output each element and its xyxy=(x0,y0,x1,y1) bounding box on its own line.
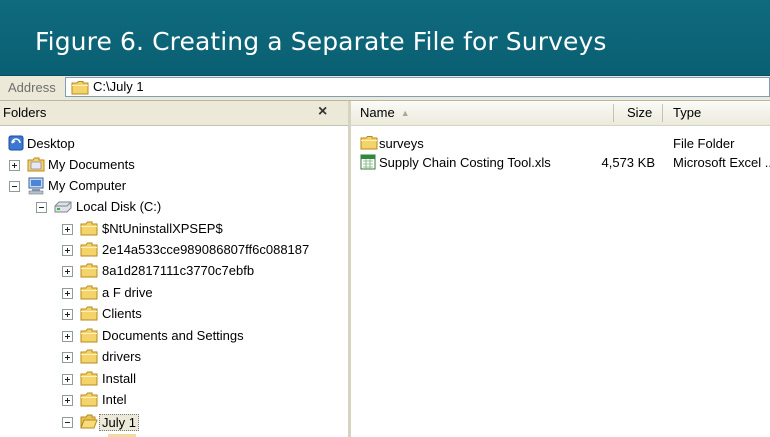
folders-header: Folders × xyxy=(0,101,348,126)
sort-ascending-icon: ▲ xyxy=(400,108,410,118)
tree-item-label: Intel xyxy=(102,392,127,407)
tree-item-label: My Documents xyxy=(48,157,135,172)
list-item[interactable]: surveys File Folder xyxy=(351,134,770,153)
address-label: Address xyxy=(8,80,56,95)
file-type: Microsoft Excel ... xyxy=(673,155,770,170)
list-header: Name ▲ Size Type xyxy=(351,101,770,126)
collapse-minus-icon[interactable] xyxy=(62,417,73,428)
column-header-name[interactable]: Name ▲ xyxy=(360,105,410,120)
expand-plus-icon[interactable] xyxy=(62,309,73,320)
open-folder-icon xyxy=(80,413,98,432)
collapse-minus-icon[interactable] xyxy=(9,181,20,192)
folder-icon xyxy=(80,370,98,389)
collapse-minus-icon[interactable] xyxy=(36,202,47,213)
expand-plus-icon[interactable] xyxy=(62,224,73,235)
folder-icon xyxy=(71,80,89,98)
folder-icon xyxy=(80,220,98,239)
folder-icon xyxy=(80,284,98,303)
folder-icon xyxy=(80,391,98,410)
tree-item-label: Local Disk (C:) xyxy=(76,199,162,214)
expand-plus-icon[interactable] xyxy=(62,266,73,277)
folder-icon xyxy=(80,305,98,324)
address-bar: Address C:\July 1 xyxy=(0,76,770,101)
tree-item-label: Install xyxy=(102,371,136,386)
expand-plus-icon[interactable] xyxy=(9,160,20,171)
file-type: File Folder xyxy=(673,136,735,151)
folder-icon xyxy=(80,262,98,281)
computer-icon xyxy=(27,177,45,198)
tree-item-label: July 1 xyxy=(99,414,139,431)
address-path: C:\July 1 xyxy=(93,79,144,94)
tree-item-label: 2e14a533cce989086807ff6c088187 xyxy=(102,242,310,257)
column-name-label: Name xyxy=(360,105,395,120)
expand-plus-icon[interactable] xyxy=(62,288,73,299)
folder-icon xyxy=(80,348,98,367)
expand-plus-icon[interactable] xyxy=(62,395,73,406)
address-input[interactable]: C:\July 1 xyxy=(65,77,770,97)
expand-plus-icon[interactable] xyxy=(62,374,73,385)
expand-plus-icon[interactable] xyxy=(62,331,73,342)
tree-item-label: Documents and Settings xyxy=(102,328,244,343)
tree-item-label: a F drive xyxy=(102,285,153,300)
folders-pane: Folders × Desktop My Documents My Comput… xyxy=(0,101,351,437)
figure-banner: Figure 6. Creating a Separate File for S… xyxy=(0,0,770,76)
file-name: Supply Chain Costing Tool.xls xyxy=(379,155,551,170)
tree-item-label: My Computer xyxy=(48,178,127,193)
tree-item-label: 8a1d2817111c3770c7ebfb xyxy=(102,263,255,278)
folder-icon xyxy=(360,135,378,153)
column-header-type[interactable]: Type xyxy=(673,105,701,120)
excel-file-icon xyxy=(360,154,376,173)
folder-icon xyxy=(80,241,98,260)
tree-item-label: drivers xyxy=(102,349,142,364)
list-item[interactable]: Supply Chain Costing Tool.xls 4,573 KB M… xyxy=(351,153,770,172)
folder-icon xyxy=(27,156,45,175)
tree-item-label: Desktop xyxy=(27,136,75,151)
column-divider[interactable] xyxy=(662,104,663,122)
file-list-pane: Name ▲ Size Type surveys File Folder Supp… xyxy=(351,101,770,437)
folder-icon xyxy=(80,327,98,346)
expand-plus-icon[interactable] xyxy=(62,245,73,256)
folders-title: Folders xyxy=(3,105,47,120)
expand-plus-icon[interactable] xyxy=(62,352,73,363)
file-size: 4,573 KB xyxy=(601,155,656,170)
figure-title: Figure 6. Creating a Separate File for S… xyxy=(35,27,607,56)
column-divider[interactable] xyxy=(613,104,614,122)
column-header-size[interactable]: Size xyxy=(627,105,652,120)
drive-icon xyxy=(53,200,73,217)
file-name: surveys xyxy=(379,136,424,151)
desktop-icon xyxy=(8,135,24,154)
close-icon[interactable]: × xyxy=(318,102,327,122)
tree-item-label: Clients xyxy=(102,306,142,321)
tree-item-label: $NtUninstallXPSEP$ xyxy=(102,221,223,236)
